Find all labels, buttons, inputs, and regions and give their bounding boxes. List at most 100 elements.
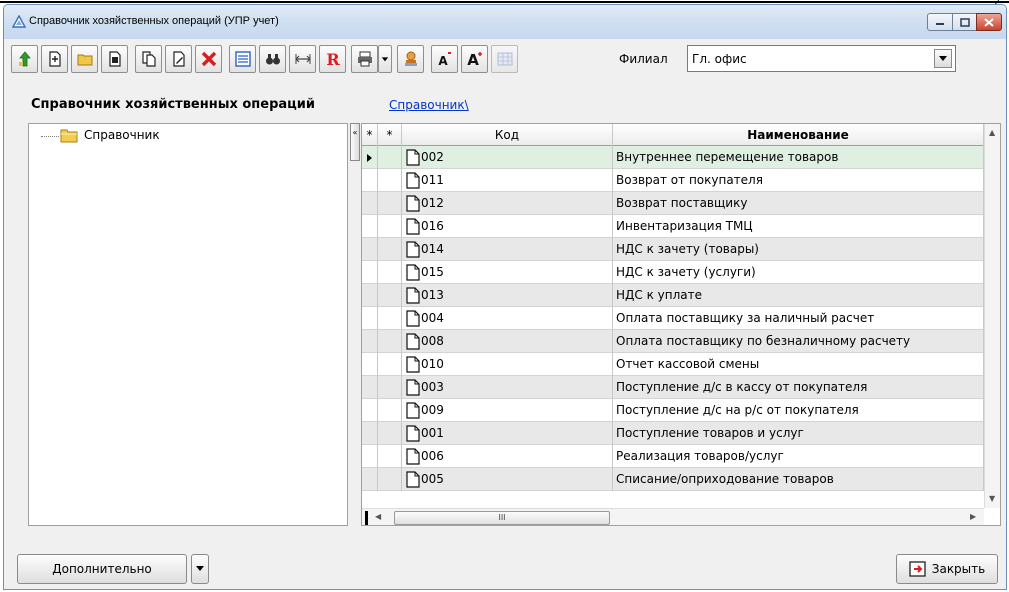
name-cell: НДС к уплате [613,284,984,307]
row-mark-cell [378,192,402,215]
name-cell: Оплата поставщику по безналичному расчет… [613,330,984,353]
name-cell: Возврат поставщику [613,192,984,215]
font-decrease-button[interactable]: A [431,45,458,73]
table-row[interactable]: 010 Отчет кассовой смены [362,353,984,376]
row-mark-cell [378,215,402,238]
vertical-scrollbar[interactable]: ▲ ▼ [984,124,1000,508]
table-row[interactable]: 008 Оплата поставщику по безналичному рас… [362,330,984,353]
chevron-down-icon [939,55,947,61]
table-row[interactable]: 016 Инвентаризация ТМЦ [362,215,984,238]
copy-icon [141,51,156,67]
row-mark-cell [378,376,402,399]
table-row[interactable]: 013 НДС к уплате [362,284,984,307]
table-row[interactable]: 003 Поступление д/с в кассу от покупателя [362,376,984,399]
horizontal-scroll-thumb[interactable]: III [394,511,610,525]
find-button[interactable] [259,45,286,73]
more-dropdown-button[interactable] [191,554,209,584]
table-row[interactable]: 009 Поступление д/с на р/с от покупателя [362,399,984,422]
name-cell: НДС к зачету (услуги) [613,261,984,284]
minimize-button[interactable] [927,13,953,31]
table-row[interactable]: 011 Возврат от покупателя [362,169,984,192]
copy-button[interactable] [135,45,162,73]
new-item-button[interactable] [41,45,68,73]
column-header-name[interactable]: Наименование [613,124,984,146]
expand-button[interactable] [289,45,316,73]
row-mark-cell [378,445,402,468]
code-cell: 008 [420,330,613,353]
up-level-button[interactable] [11,45,38,73]
horizontal-scrollbar[interactable]: ◀ III ▶ [362,508,984,525]
new-folder-button[interactable] [71,45,98,73]
more-button-label: Дополнительно [52,562,152,576]
document-icon [406,218,420,235]
splitter-collapse-button[interactable]: « [350,123,360,161]
row-mark-cell [378,261,402,284]
print-icon [357,51,372,67]
row-indicator-cell [362,215,378,238]
table-row[interactable]: 006 Реализация товаров/услуг [362,445,984,468]
table-row[interactable]: 012 Возврат поставщику [362,192,984,215]
report-button[interactable]: R [319,45,346,73]
edit-button[interactable] [165,45,192,73]
code-cell: 004 [420,307,613,330]
font-decrease-icon: A [438,52,451,68]
code-cell: 009 [420,399,613,422]
more-button[interactable]: Дополнительно [17,554,187,584]
name-cell: Инвентаризация ТМЦ [613,215,984,238]
filial-select[interactable]: Гл. офис [687,45,956,72]
name-cell: Внутреннее перемещение товаров [613,146,984,169]
delete-button[interactable] [195,45,222,73]
close-button[interactable]: Закрыть [896,554,998,584]
scroll-left-icon[interactable]: ◀ [375,512,381,521]
row-indicator-cell [362,238,378,261]
print-options-button[interactable] [378,45,392,73]
table-row[interactable]: 005 Списание/оприходование товаров [362,468,984,491]
row-indicator-cell [362,445,378,468]
row-indicator-cell [362,376,378,399]
table-row[interactable]: 001 Поступление товаров и услуг [362,422,984,445]
grid-settings-button[interactable] [491,45,518,73]
font-increase-button[interactable]: A [461,45,488,73]
table-row[interactable]: 014 НДС к зачету (товары) [362,238,984,261]
document-icon [406,448,420,465]
code-cell: 011 [420,169,613,192]
column-header-mark2[interactable]: * [378,124,402,146]
tree-panel: Справочник [28,123,348,526]
code-cell: 013 [420,284,613,307]
table-header: * * Код Наименование [362,124,984,146]
scroll-up-icon[interactable]: ▲ [989,128,995,137]
close-window-button[interactable] [976,13,1002,31]
maximize-icon [959,17,970,27]
delete-icon [201,51,216,67]
save-copy-button[interactable] [101,45,128,73]
tree-node-root[interactable]: Справочник [84,128,160,142]
svg-text:A: A [467,51,479,68]
filial-dropdown-button[interactable] [934,49,952,68]
title-bar[interactable]: Справочник хозяйственных операций (УПР у… [4,5,1006,39]
table-row[interactable]: 015 НДС к зачету (услуги) [362,261,984,284]
table-row[interactable]: 004 Оплата поставщику за наличный расчет [362,307,984,330]
row-mark-cell [378,468,402,491]
report-icon: R [326,50,340,68]
scroll-down-icon[interactable]: ▼ [989,494,995,503]
scroll-right-icon[interactable]: ▶ [970,512,976,521]
font-increase-icon: A [467,51,482,68]
svg-text:A: A [438,54,448,68]
row-mark-cell [378,422,402,445]
print-button[interactable] [351,45,378,73]
panel-splitter[interactable] [350,123,360,526]
stamp-button[interactable] [397,45,424,73]
row-indicator-cell [362,353,378,376]
folder-icon [60,129,78,143]
breadcrumb-link[interactable]: Справочник\ [389,98,469,112]
table-row[interactable]: 002 Внутреннее перемещение товаров [362,146,984,169]
code-cell: 016 [420,215,613,238]
document-icon [406,287,420,304]
name-cell: Отчет кассовой смены [613,353,984,376]
svg-text:R: R [326,50,340,68]
column-header-mark1[interactable]: * [362,124,378,146]
row-mark-cell [378,330,402,353]
column-header-code[interactable]: Код [402,124,613,146]
list-button[interactable] [229,45,256,73]
maximize-button[interactable] [952,13,977,31]
